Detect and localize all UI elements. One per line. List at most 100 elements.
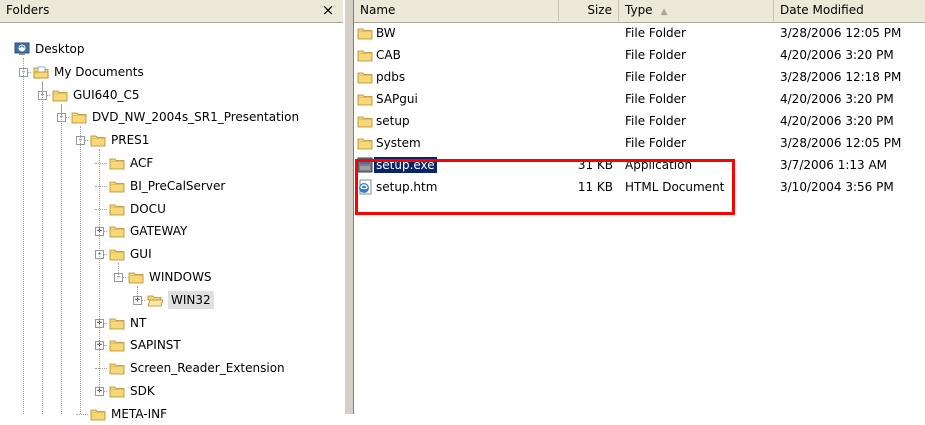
column-header-date-label: Date Modified xyxy=(780,3,864,17)
folder-icon xyxy=(357,113,373,129)
column-header-name-label: Name xyxy=(360,3,396,17)
folder-icon xyxy=(109,246,125,262)
tree-node-screen-reader-extension[interactable]: Screen_Reader_Extension xyxy=(0,357,343,379)
tree-node-pres1[interactable]: - PRES1 xyxy=(0,129,343,151)
tree-connector xyxy=(95,163,107,164)
tree-node-label: GUI xyxy=(130,247,152,261)
column-header-name[interactable]: Name xyxy=(354,0,559,21)
folder-icon xyxy=(109,337,125,353)
file-size xyxy=(559,22,613,44)
file-name-cell: SAPgui xyxy=(354,88,559,110)
tree-connector xyxy=(99,149,100,391)
file-row-bw[interactable]: BW File Folder 3/28/2006 12:05 PM xyxy=(354,22,925,44)
tree-node-label: PRES1 xyxy=(111,133,150,147)
file-size: 31 KB xyxy=(577,158,613,172)
folder-icon xyxy=(109,315,125,331)
folder-icon xyxy=(109,155,125,171)
tree-node-nt[interactable]: + NT xyxy=(0,312,343,334)
tree-node-windows[interactable]: - WINDOWS xyxy=(0,266,343,288)
file-list-header: Name Size Type ▲ Date Modified xyxy=(354,0,925,23)
close-icon[interactable]: × xyxy=(319,0,337,20)
column-header-type-label: Type xyxy=(625,3,653,17)
tree-node-docu[interactable]: DOCU xyxy=(0,198,343,220)
tree-node-label: WINDOWS xyxy=(149,270,212,284)
file-type: Application xyxy=(625,158,693,172)
column-header-type[interactable]: Type ▲ xyxy=(619,0,774,21)
folder-icon xyxy=(128,269,144,285)
tree-node-acf[interactable]: ACF xyxy=(0,152,343,174)
file-name: setup.htm xyxy=(376,180,438,194)
tree-node-gui640-c5[interactable]: - GUI640_C5 xyxy=(0,84,343,106)
file-row-setup-htm[interactable]: setup.htm 11 KB HTML Document 3/10/2004 3:5… xyxy=(354,176,925,198)
tree-node-sdk[interactable]: + SDK xyxy=(0,380,343,402)
file-date-modified: 3/7/2006 1:13 AM xyxy=(780,158,888,172)
file-type: File Folder xyxy=(625,48,686,62)
desktop-icon xyxy=(14,41,30,57)
folder-icon xyxy=(71,109,87,125)
tree-node-my-documents[interactable]: - My Documents xyxy=(0,61,343,83)
tree-node-meta-inf[interactable]: META-INF xyxy=(0,403,343,425)
tree-node-label: META-INF xyxy=(111,407,168,421)
folder-icon xyxy=(90,406,106,422)
open-folder-icon xyxy=(147,292,164,308)
tree-connector xyxy=(118,263,119,277)
folder-icon xyxy=(52,87,68,103)
tree-node-label: GATEWAY xyxy=(130,224,188,238)
tree-node-label: My Documents xyxy=(54,65,144,79)
file-name: setup.exe xyxy=(374,157,437,173)
file-row-sapgui[interactable]: SAPgui File Folder 4/20/2006 3:20 PM xyxy=(354,88,925,110)
tree-node-bi-precalserver[interactable]: BI_PreCalServer xyxy=(0,175,343,197)
column-header-size[interactable]: Size xyxy=(559,0,619,21)
tree-connector xyxy=(80,126,81,414)
file-size xyxy=(559,88,613,110)
file-size xyxy=(559,110,613,132)
tree-connector xyxy=(95,186,107,187)
file-name: pdbs xyxy=(376,70,406,84)
file-date-modified: 4/20/2006 3:20 PM xyxy=(780,48,894,62)
file-row-setup[interactable]: setup File Folder 4/20/2006 3:20 PM xyxy=(354,110,925,132)
file-name-cell: setup xyxy=(354,110,559,132)
file-row-cab[interactable]: CAB File Folder 4/20/2006 3:20 PM xyxy=(354,44,925,66)
tree-node-gui[interactable]: - GUI xyxy=(0,243,343,265)
folder-icon xyxy=(109,178,125,194)
column-header-size-label: Size xyxy=(587,3,612,17)
file-date-modified: 3/28/2006 12:18 PM xyxy=(780,70,902,84)
sort-ascending-icon: ▲ xyxy=(660,7,668,17)
file-name: SAPgui xyxy=(376,92,418,106)
file-row-system[interactable]: System File Folder 3/28/2006 12:05 PM xyxy=(354,132,925,154)
tree-node-sapinst[interactable]: + SAPINST xyxy=(0,334,343,356)
file-name: CAB xyxy=(376,48,401,62)
file-row-pdbs[interactable]: pdbs File Folder 3/28/2006 12:18 PM xyxy=(354,66,925,88)
my-documents-icon xyxy=(33,64,49,80)
file-date-modified: 3/10/2004 3:56 PM xyxy=(780,180,894,194)
tree-node-win32[interactable]: + WIN32 xyxy=(0,289,343,311)
file-row-setup-exe[interactable]: setup.exe 31 KB Application 3/7/2006 1:13 A… xyxy=(354,154,925,176)
file-name: System xyxy=(376,136,421,150)
tree-node-label: WIN32 xyxy=(168,291,214,309)
folders-pane-header: Folders × xyxy=(0,0,343,23)
tree-connector xyxy=(61,104,62,414)
tree-node-dvd-nw-2004s-sr1-presentation[interactable]: - DVD_NW_2004s_SR1_Presentation xyxy=(0,106,343,128)
folder-icon xyxy=(109,201,125,217)
tree-node-label: SDK xyxy=(130,384,155,398)
file-size xyxy=(559,44,613,66)
tree-node-desktop[interactable]: Desktop xyxy=(0,38,343,60)
folder-icon xyxy=(109,383,125,399)
column-header-date-modified[interactable]: Date Modified xyxy=(774,0,925,21)
tree-connector xyxy=(42,81,43,414)
folder-icon xyxy=(109,360,125,376)
pane-splitter[interactable] xyxy=(344,0,354,414)
file-type: File Folder xyxy=(625,26,686,40)
tree-node-label: DVD_NW_2004s_SR1_Presentation xyxy=(92,110,300,124)
folder-icon xyxy=(357,91,373,107)
tree-node-label: Screen_Reader_Extension xyxy=(130,361,285,375)
folder-icon xyxy=(109,223,125,239)
tree-node-label: NT xyxy=(130,316,147,330)
tree-node-label: DOCU xyxy=(130,202,166,216)
file-name-cell: setup.exe xyxy=(354,154,559,176)
file-name-cell: pdbs xyxy=(354,66,559,88)
file-date-modified: 3/28/2006 12:05 PM xyxy=(780,26,902,40)
folders-pane-title: Folders xyxy=(6,3,50,17)
tree-connector xyxy=(95,209,107,210)
tree-node-gateway[interactable]: + GATEWAY xyxy=(0,220,343,242)
